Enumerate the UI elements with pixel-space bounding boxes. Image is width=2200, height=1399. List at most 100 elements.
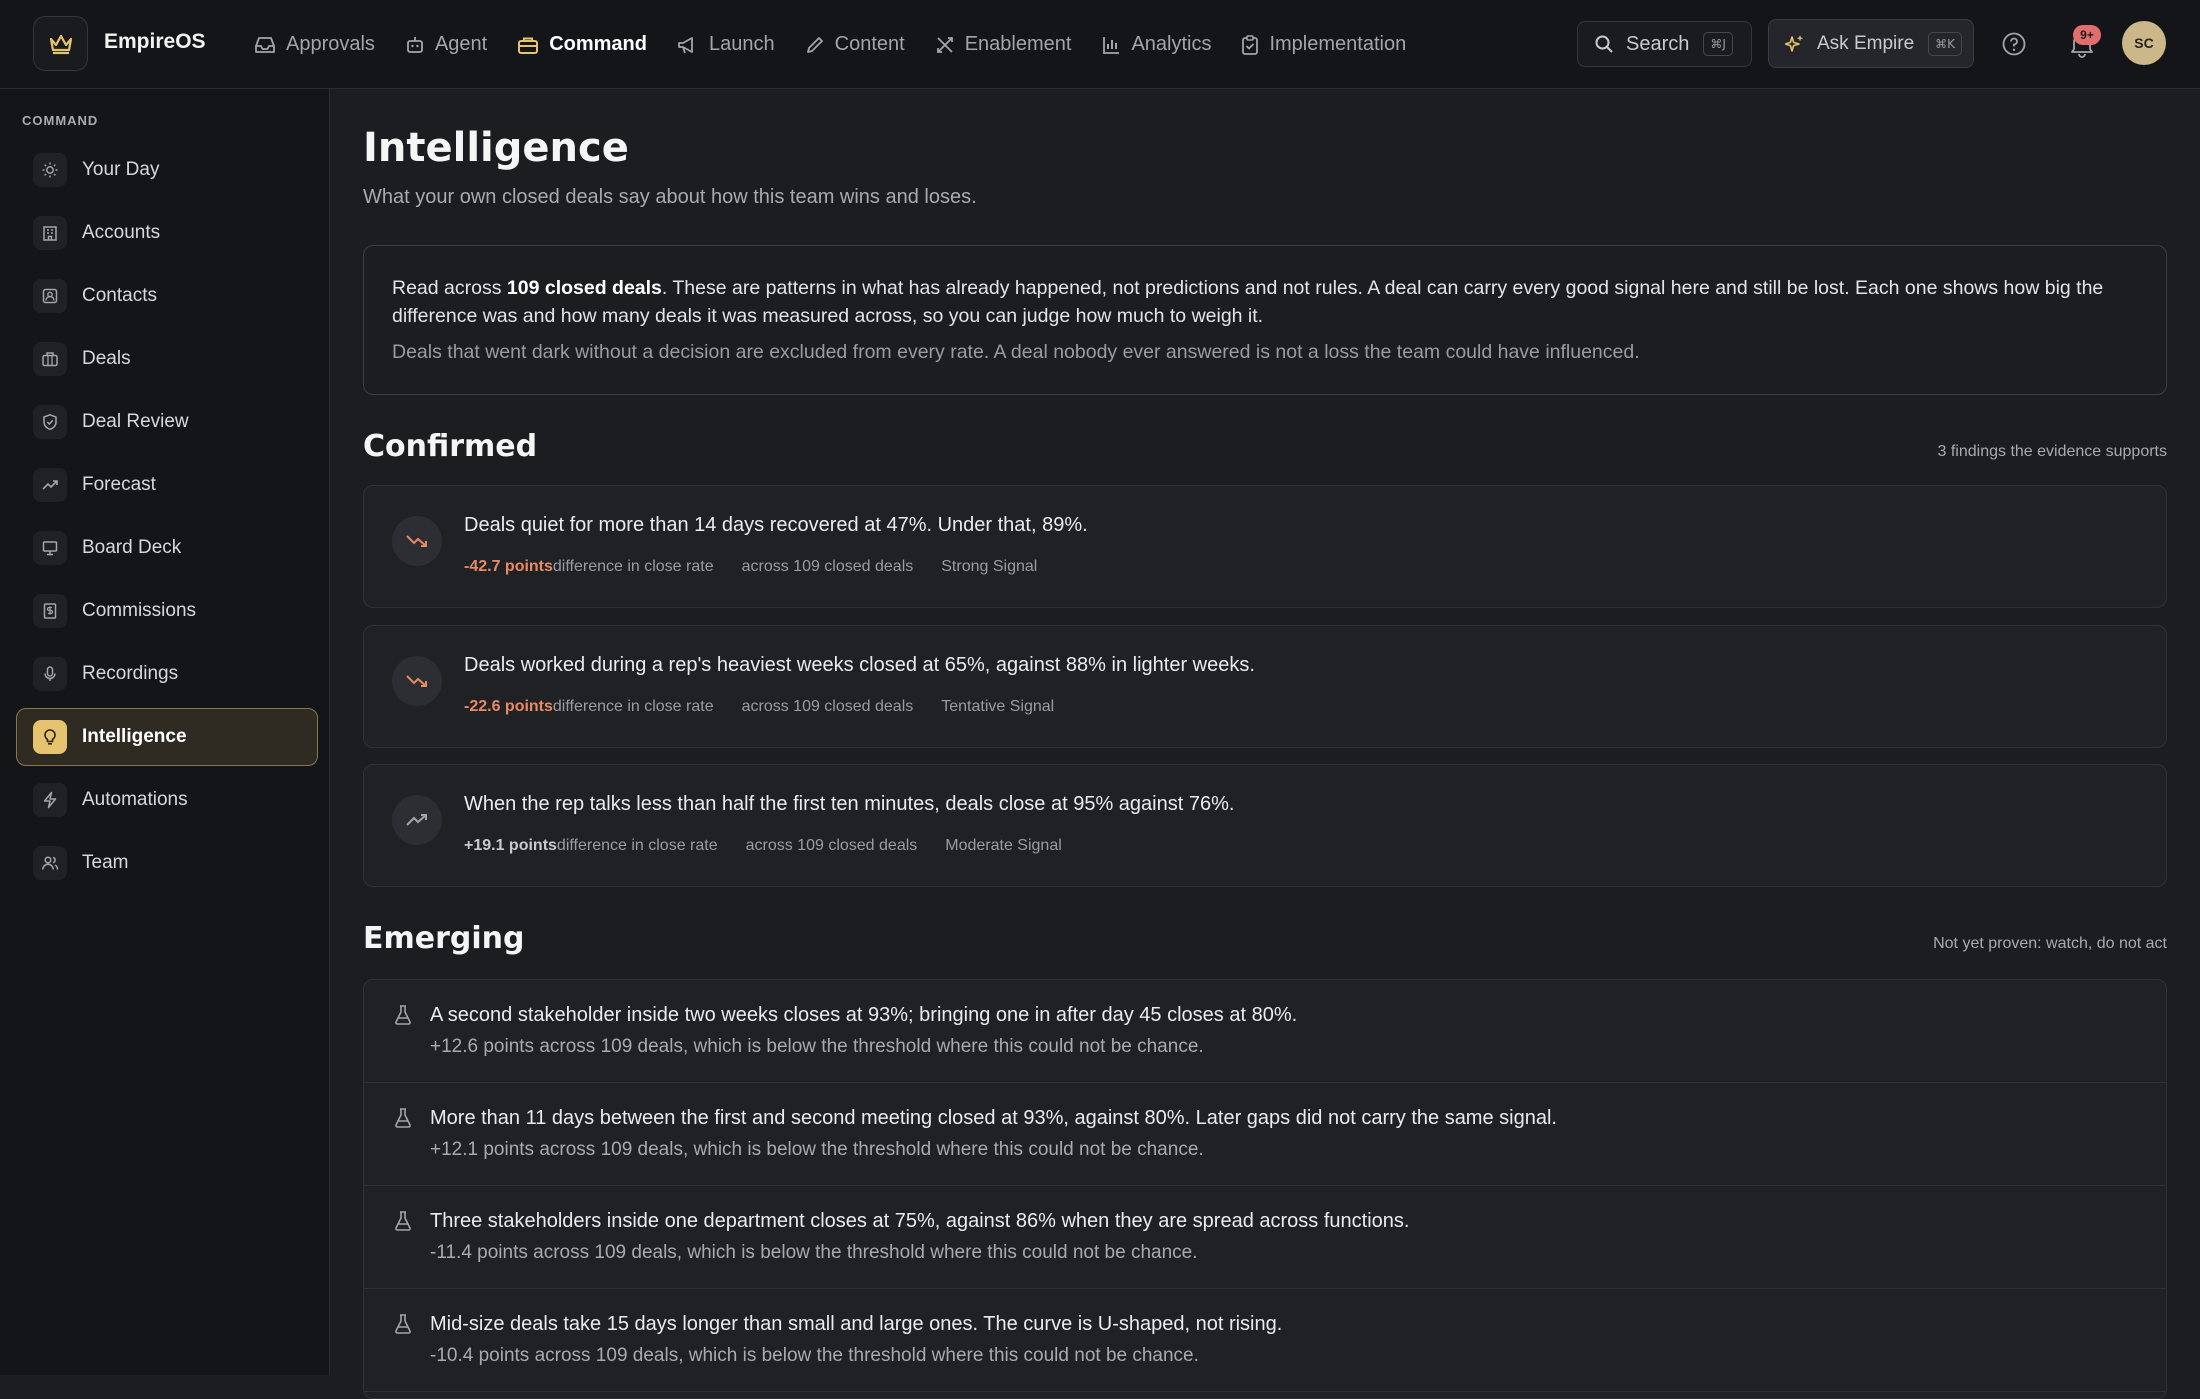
users-icon	[33, 846, 67, 880]
sidebar-item-label: Deals	[82, 348, 131, 369]
finding-strength: Strong Signal	[941, 558, 1038, 575]
lightning-icon	[33, 783, 67, 817]
finding-delta: -22.6 points	[464, 698, 553, 715]
nav-approvals[interactable]: Approvals	[244, 25, 385, 65]
page-title: Intelligence	[363, 125, 629, 171]
presentation-icon	[33, 531, 67, 565]
logo-button[interactable]	[33, 16, 88, 71]
robot-icon	[407, 36, 423, 53]
sidebar-list: Your Day Accounts Contacts Deals Deal Re…	[16, 141, 318, 897]
finding-text: Deals worked during a rep's heaviest wee…	[464, 654, 1255, 676]
search-icon	[1595, 35, 1613, 53]
shield-check-icon	[33, 405, 67, 439]
nav-agent[interactable]: Agent	[395, 25, 497, 65]
ask-empire-shortcut: ⌘K	[1928, 31, 1963, 56]
emerging-title: Emerging	[363, 921, 525, 956]
contact-card-icon	[33, 279, 67, 313]
finding-delta-label: difference in close rate	[556, 837, 718, 854]
finding-strength: Tentative Signal	[941, 698, 1055, 715]
building-icon	[33, 216, 67, 250]
sidebar-item-label: Commissions	[82, 600, 197, 621]
intro-lead-bold: 109 closed deals	[506, 277, 662, 299]
list-item[interactable]: A second stakeholder inside two weeks cl…	[364, 980, 2166, 1083]
sidebar-item-accounts[interactable]: Accounts	[16, 204, 318, 262]
flask-icon	[395, 1211, 411, 1231]
notification-badge: 9+	[2073, 25, 2101, 45]
lightbulb-icon	[33, 720, 67, 754]
nav-command[interactable]: Command	[507, 25, 657, 65]
crown-icon	[49, 34, 72, 54]
sidebar-item-team[interactable]: Team	[16, 834, 318, 892]
ask-empire-button[interactable]: Ask Empire ⌘K	[1768, 19, 1974, 68]
briefcase-icon	[33, 342, 67, 376]
trend-up-icon	[33, 468, 67, 502]
sidebar-item-label: Contacts	[82, 285, 157, 306]
sparkles-icon	[1785, 34, 1804, 52]
nav-launch-label: Launch	[709, 33, 775, 55]
sidebar-item-label: Intelligence	[82, 726, 187, 747]
page-subtitle: What your own closed deals say about how…	[363, 186, 977, 208]
finding-sample: across 109 closed deals	[741, 698, 914, 715]
finding-card[interactable]: When the rep talks less than half the fi…	[363, 764, 2167, 887]
nav-analytics-label: Analytics	[1131, 33, 1212, 55]
sidebar-item-deal-review[interactable]: Deal Review	[16, 393, 318, 451]
trend-down-icon	[392, 656, 442, 706]
emerging-item-sub: -11.4 points across 109 deals, which is …	[430, 1242, 1198, 1263]
sidebar: COMMAND Your Day Accounts Contacts Deals…	[0, 89, 330, 1375]
sidebar-item-deals[interactable]: Deals	[16, 330, 318, 388]
nav-enablement[interactable]: Enablement	[925, 25, 1082, 65]
pencil-icon	[806, 36, 823, 53]
bar-chart-icon	[1103, 36, 1120, 54]
finding-sample: across 109 closed deals	[741, 558, 914, 575]
emerging-item-title: More than 11 days between the first and …	[430, 1107, 1557, 1129]
finding-card[interactable]: Deals worked during a rep's heaviest wee…	[363, 625, 2167, 748]
main-nav: Approvals Agent Command Launch Content E…	[244, 0, 1426, 89]
nav-launch[interactable]: Launch	[667, 25, 785, 65]
microphone-icon	[33, 657, 67, 691]
trend-up-icon	[392, 795, 442, 845]
search-label: Search	[1626, 32, 1690, 55]
intro-note: Deals that went dark without a decision …	[392, 341, 1640, 363]
briefcase-icon	[518, 37, 539, 54]
finding-text: When the rep talks less than half the fi…	[464, 793, 1235, 815]
help-icon[interactable]	[2001, 31, 2027, 57]
sidebar-item-automations[interactable]: Automations	[16, 771, 318, 829]
intro-lead: Read across 109 closed deals. These are …	[392, 274, 2138, 330]
sidebar-item-label: Forecast	[82, 474, 156, 495]
sidebar-item-forecast[interactable]: Forecast	[16, 456, 318, 514]
list-item[interactable]: More than 11 days between the first and …	[364, 1083, 2166, 1186]
sidebar-item-board-deck[interactable]: Board Deck	[16, 519, 318, 577]
finding-meta: -22.6 points difference in close rate ac…	[464, 698, 1082, 716]
emerging-item-title: A second stakeholder inside two weeks cl…	[430, 1004, 1298, 1026]
nav-implementation[interactable]: Implementation	[1231, 25, 1416, 65]
ask-empire-label: Ask Empire	[1817, 32, 1915, 54]
emerging-list: A second stakeholder inside two weeks cl…	[363, 979, 2167, 1399]
nav-implementation-label: Implementation	[1269, 33, 1407, 55]
sidebar-item-commissions[interactable]: Commissions	[16, 582, 318, 640]
nav-command-label: Command	[549, 33, 647, 55]
nav-content[interactable]: Content	[795, 25, 915, 65]
sidebar-item-your-day[interactable]: Your Day	[16, 141, 318, 199]
finding-card[interactable]: Deals quiet for more than 14 days recove…	[363, 485, 2167, 608]
sidebar-item-label: Board Deck	[82, 537, 182, 558]
top-bar: EmpireOS Approvals Agent Command Launch …	[0, 0, 2200, 89]
flask-icon	[395, 1108, 411, 1128]
nav-analytics[interactable]: Analytics	[1091, 25, 1221, 65]
emerging-meta: Not yet proven: watch, do not act	[1933, 935, 2167, 952]
sidebar-item-label: Recordings	[82, 663, 179, 684]
finding-delta: +19.1 points	[464, 837, 557, 854]
list-item[interactable]: Three stakeholders inside one department…	[364, 1186, 2166, 1289]
clipboard-icon	[1242, 34, 1259, 55]
search-button[interactable]: Search ⌘J	[1577, 21, 1752, 67]
finding-sample: across 109 closed deals	[745, 837, 918, 854]
flask-icon	[395, 1314, 411, 1334]
avatar[interactable]: SC	[2122, 21, 2166, 65]
list-item[interactable]: Mid-size deals take 15 days longer than …	[364, 1289, 2166, 1392]
finding-delta: -42.7 points	[464, 558, 553, 575]
finding-delta-label: difference in close rate	[552, 698, 714, 715]
sidebar-item-intelligence[interactable]: Intelligence	[16, 708, 318, 766]
sidebar-item-recordings[interactable]: Recordings	[16, 645, 318, 703]
intro-lead-prefix: Read across	[392, 277, 507, 299]
sidebar-item-contacts[interactable]: Contacts	[16, 267, 318, 325]
sun-icon	[33, 153, 67, 187]
